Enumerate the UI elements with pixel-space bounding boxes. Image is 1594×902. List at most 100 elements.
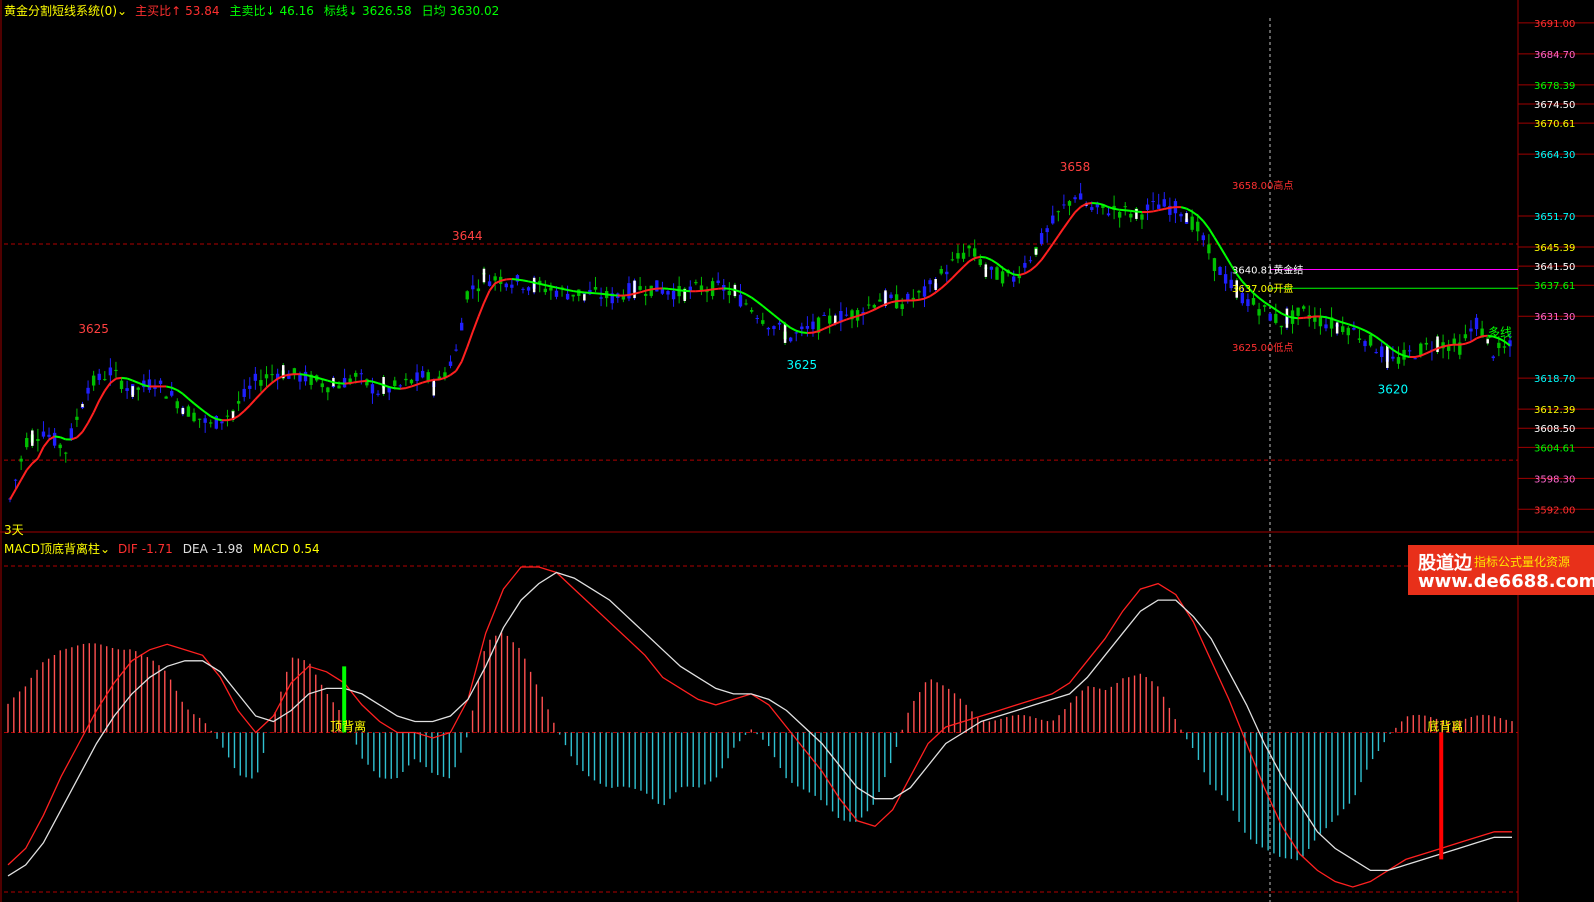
- trend-line-segment: [645, 288, 652, 292]
- trend-line-segment: [762, 305, 769, 312]
- trend-line-segment: [121, 376, 128, 380]
- candle-body: [1179, 213, 1183, 217]
- candle-body: [1279, 325, 1284, 328]
- bottom-divergence-label: 底背离: [1427, 719, 1463, 734]
- trend-line-segment: [801, 331, 808, 335]
- trend-line-segment: [1292, 316, 1299, 320]
- trend-line-segment: [310, 375, 317, 379]
- trend-line-segment: [1476, 335, 1483, 340]
- trend-line-segment: [1029, 265, 1037, 272]
- candle-body: [510, 284, 514, 288]
- dif-line: [7, 566, 1512, 888]
- candle-body: [103, 379, 107, 381]
- dea-line: [7, 571, 1512, 877]
- trend-line-segment: [1002, 267, 1009, 273]
- watermark-tagline: 指标公式量化资源: [1474, 555, 1571, 569]
- candle-body: [1380, 346, 1384, 357]
- trend-line-segment: [31, 457, 39, 465]
- trend-line-segment: [254, 392, 262, 401]
- candle-body: [521, 288, 525, 290]
- trend-line-segment: [249, 398, 257, 407]
- trend-line-segment: [1191, 210, 1199, 217]
- main-indicator-header: 黄金分割短线系统(0)⌄ 主买比↑ 53.84 主卖比↓ 46.16 标线↓ 3626.58…: [4, 2, 505, 19]
- watermark-banner[interactable]: 股道边 指标公式量化资源 www.de6688.com: [1408, 545, 1594, 595]
- trend-line-segment: [913, 298, 920, 302]
- trend-line-segment: [701, 289, 708, 292]
- candle-body: [922, 286, 927, 297]
- trend-line-segment: [182, 393, 190, 400]
- candle-body: [788, 337, 793, 342]
- trend-line-segment: [990, 259, 998, 265]
- trend-line-segment: [366, 379, 373, 383]
- trend-line-segment: [1046, 243, 1054, 253]
- trend-line-segment: [428, 378, 434, 382]
- trend-line-segment: [957, 265, 965, 273]
- trend-line-segment: [679, 289, 685, 292]
- trend-line-segment: [1074, 206, 1082, 213]
- candle-body: [225, 415, 230, 417]
- y-tick-label: 3678.39: [1534, 81, 1575, 92]
- y-tick-label: 3645.39: [1534, 243, 1575, 254]
- trend-line-segment: [198, 407, 206, 414]
- y-tick-label: 3598.30: [1534, 474, 1575, 485]
- trend-line-segment: [1414, 354, 1421, 358]
- candle-body: [86, 387, 90, 394]
- peak-label: 3625: [78, 322, 109, 336]
- candle-body: [13, 479, 18, 481]
- trend-line-segment: [1024, 269, 1031, 275]
- candle-body: [303, 371, 308, 382]
- trend-line-segment: [756, 300, 764, 307]
- trend-line-segment: [1375, 336, 1383, 342]
- trend-line-segment: [823, 325, 831, 330]
- candle-body: [694, 282, 698, 284]
- y-tick-label: 3608.50: [1534, 424, 1575, 435]
- candle-body: [811, 321, 815, 330]
- trend-line-segment: [918, 297, 925, 301]
- trend-line-segment: [42, 439, 50, 448]
- trend-line-segment: [729, 287, 736, 292]
- peak-label: 3625: [787, 358, 818, 372]
- candle-body: [326, 387, 330, 393]
- chevron-down-icon[interactable]: ⌄: [117, 4, 127, 18]
- trend-line-segment: [1202, 220, 1210, 230]
- chart-canvas: 3691.00 3684.70 3678.39 3674.50 3670.61 3664.…: [0, 0, 1594, 902]
- y-tick-label: 3604.61: [1534, 443, 1575, 454]
- y-tick-label: 3612.39: [1534, 405, 1575, 416]
- candle-body: [889, 294, 893, 298]
- top-divergence-label: 顶背离: [330, 719, 366, 734]
- trend-line-segment: [968, 257, 976, 263]
- candle-body: [415, 372, 419, 381]
- candle-body: [370, 384, 375, 394]
- candle-body: [1257, 309, 1261, 316]
- chevron-down-icon[interactable]: ⌄: [100, 542, 110, 556]
- trend-line-segment: [103, 382, 112, 392]
- candle-body: [1051, 215, 1055, 224]
- trend-line-segment: [1186, 207, 1193, 213]
- trend-line-segment: [466, 331, 474, 348]
- candle-body: [1346, 327, 1350, 336]
- candle-body: [409, 379, 414, 384]
- candle-body: [777, 322, 782, 325]
- trend-line-segment: [299, 373, 306, 376]
- trend-line-segment: [271, 377, 279, 384]
- trend-line-segment: [333, 381, 340, 385]
- candle-body: [1196, 221, 1200, 232]
- candle-body: [359, 373, 363, 375]
- macd-value: 0.54: [292, 542, 320, 556]
- trend-line-segment: [628, 292, 635, 296]
- trend-tag: 多线: [1488, 325, 1512, 339]
- candle-body: [1251, 298, 1256, 305]
- indicator-name[interactable]: 黄金分割短线系统(0): [4, 4, 117, 18]
- candle-body: [917, 290, 921, 293]
- macd-indicator-name[interactable]: MACD顶底背离柱: [4, 542, 100, 556]
- candle-body: [264, 374, 269, 379]
- trend-line-segment: [455, 361, 463, 372]
- candle-body: [1357, 338, 1362, 340]
- trend-line-segment: [561, 287, 568, 292]
- trend-line-segment: [1325, 316, 1332, 320]
- candle-body: [1296, 307, 1300, 316]
- candle-body: [761, 320, 765, 324]
- trend-line-segment: [1158, 208, 1165, 212]
- trend-line-segment: [1169, 206, 1176, 209]
- trend-line-segment: [1269, 305, 1277, 311]
